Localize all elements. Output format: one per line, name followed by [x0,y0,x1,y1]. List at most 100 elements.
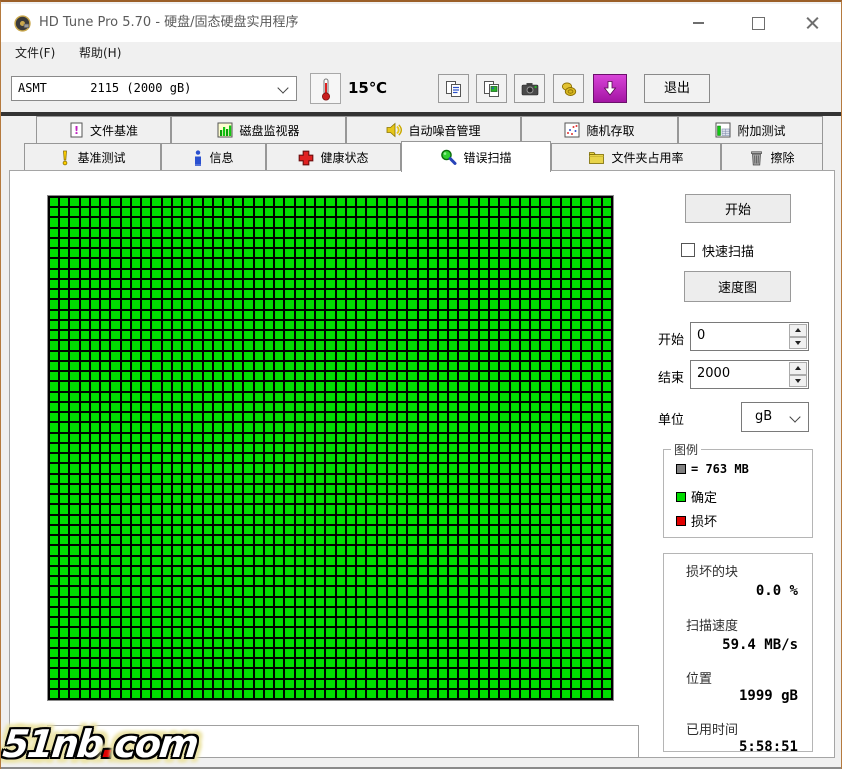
tab-label: 磁盘监视器 [239,122,299,139]
close-icon [806,17,819,30]
legend-damaged-label: 损坏 [691,511,717,530]
file-benchmark-icon: ! [69,122,84,138]
minimize-button[interactable] [675,4,721,42]
ok-swatch [676,492,686,502]
tab-label: 文件基准 [90,122,138,139]
arrow-down-icon [795,379,801,383]
tab-random-access[interactable]: 随机存取 [521,116,678,143]
start-spin-up-button[interactable] [789,324,807,337]
tab-label: 附加测试 [737,122,785,139]
device-dropdown[interactable]: ASMT 2115 (2000 gB) [11,76,297,101]
minimize-icon [693,22,704,24]
chevron-down-icon [789,411,800,422]
tab-label: 随机存取 [586,122,634,139]
extra-tests-icon [715,122,731,138]
tab-error-scan[interactable]: 错误扫描 [401,141,551,172]
exit-button[interactable]: 退出 [644,74,710,103]
tab-folder-usage[interactable]: 文件夹占用率 [551,143,721,171]
speed-map-button[interactable]: 速度图 [684,271,791,302]
tab-label: 信息 [209,149,233,166]
tab-benchmark[interactable]: 基准测试 [24,143,161,171]
camera-icon [521,81,539,97]
download-arrow-icon [601,80,619,98]
stats-groupbox: 损坏的块 0.0 % 扫描速度 59.4 MB/s 位置 1999 gB 已用时… [663,553,813,752]
stat-damaged-blocks-label: 损坏的块 [686,561,738,580]
tab-label: 基准测试 [77,149,125,166]
maximize-icon [752,17,765,30]
legend-ok-label: 确定 [691,487,717,506]
start-spin-down-button[interactable] [789,337,807,350]
title-bar: HD Tune Pro 5.70 - 硬盘/固态硬盘实用程序 [1,4,841,42]
stat-elapsed-value: 5:58:51 [739,739,798,755]
menu-help[interactable]: 帮助(H) [73,42,127,65]
stat-position-value: 1999 gB [739,688,798,704]
copy-image-icon [483,80,501,98]
legend-title: 图例 [671,441,701,458]
device-name: ASMT 2115 (2000 gB) [18,77,191,100]
quick-scan-label: 快速扫描 [702,241,754,260]
end-spin-up-button[interactable] [789,362,807,375]
close-button[interactable] [789,4,835,42]
toolbar: ASMT 2115 (2000 gB) 15℃ [1,65,841,112]
app-hdd-icon [14,15,31,32]
coins-button[interactable] [553,74,584,103]
copy-text-button[interactable] [438,74,469,103]
end-spin-down-button[interactable] [789,375,807,388]
unit-value: gB [755,409,772,424]
arrow-down-icon [795,341,801,345]
watermark-text: com [112,722,199,766]
watermark-text: 51nb [1,722,105,766]
random-access-icon [564,122,580,138]
range-start-label: 开始 [658,329,684,348]
range-end-value: 2000 [697,366,730,381]
tab-erase[interactable]: 擦除 [721,143,823,171]
tab-disk-monitor[interactable]: 磁盘监视器 [171,116,346,143]
stat-position-label: 位置 [686,668,712,687]
chevron-down-icon [277,82,288,93]
stat-damaged-blocks-value: 0.0 % [756,583,798,599]
tab-label: 错误扫描 [463,149,511,166]
copy-image-button[interactable] [476,74,507,103]
damaged-swatch [676,516,686,526]
temperature-button[interactable] [310,73,341,104]
tab-label: 文件夹占用率 [611,149,683,166]
legend-groupbox: 图例 = 763 MB 确定 损坏 [663,449,813,538]
arrow-up-icon [795,366,801,370]
window-title: HD Tune Pro 5.70 - 硬盘/固态硬盘实用程序 [39,4,299,42]
tab-label: 健康状态 [320,149,368,166]
benchmark-exclamation-icon [59,150,71,166]
info-icon [193,150,203,166]
download-button[interactable] [593,74,627,103]
arrow-up-icon [795,328,801,332]
screenshot-button[interactable] [514,74,545,103]
legend-ok: 确定 [676,487,717,506]
legend-block-text: = 763 MB [691,462,749,476]
trash-icon [749,150,764,166]
health-cross-icon [298,150,314,166]
speaker-icon [386,122,402,138]
tab-extra-tests[interactable]: 附加测试 [678,116,823,143]
legend-damaged: 损坏 [676,511,717,530]
tab-label: 自动噪音管理 [408,122,480,139]
error-scan-magnifier-icon [440,149,457,166]
menu-file[interactable]: 文件(F) [9,42,61,65]
copy-text-icon [445,80,463,98]
scan-grid [47,195,614,701]
range-end-input[interactable]: 2000 [690,360,809,389]
stat-scan-speed-label: 扫描速度 [686,615,738,634]
tab-label: 擦除 [770,149,794,166]
tab-info[interactable]: 信息 [161,143,266,171]
unit-dropdown[interactable]: gB [741,402,809,432]
tab-aam[interactable]: 自动噪音管理 [346,116,521,143]
tab-file-benchmark[interactable]: ! 文件基准 [36,116,171,143]
tab-health[interactable]: 健康状态 [266,143,401,171]
start-scan-button[interactable]: 开始 [685,194,791,223]
watermark-51nb: 51nb.com [1,722,199,766]
maximize-button[interactable] [735,4,781,42]
folder-icon [588,150,605,165]
menu-bar: 文件(F) 帮助(H) [1,42,841,65]
disk-monitor-icon [217,122,233,138]
range-start-input[interactable]: 0 [690,322,809,351]
quick-scan-checkbox[interactable] [681,243,695,257]
stat-scan-speed-value: 59.4 MB/s [722,637,798,653]
